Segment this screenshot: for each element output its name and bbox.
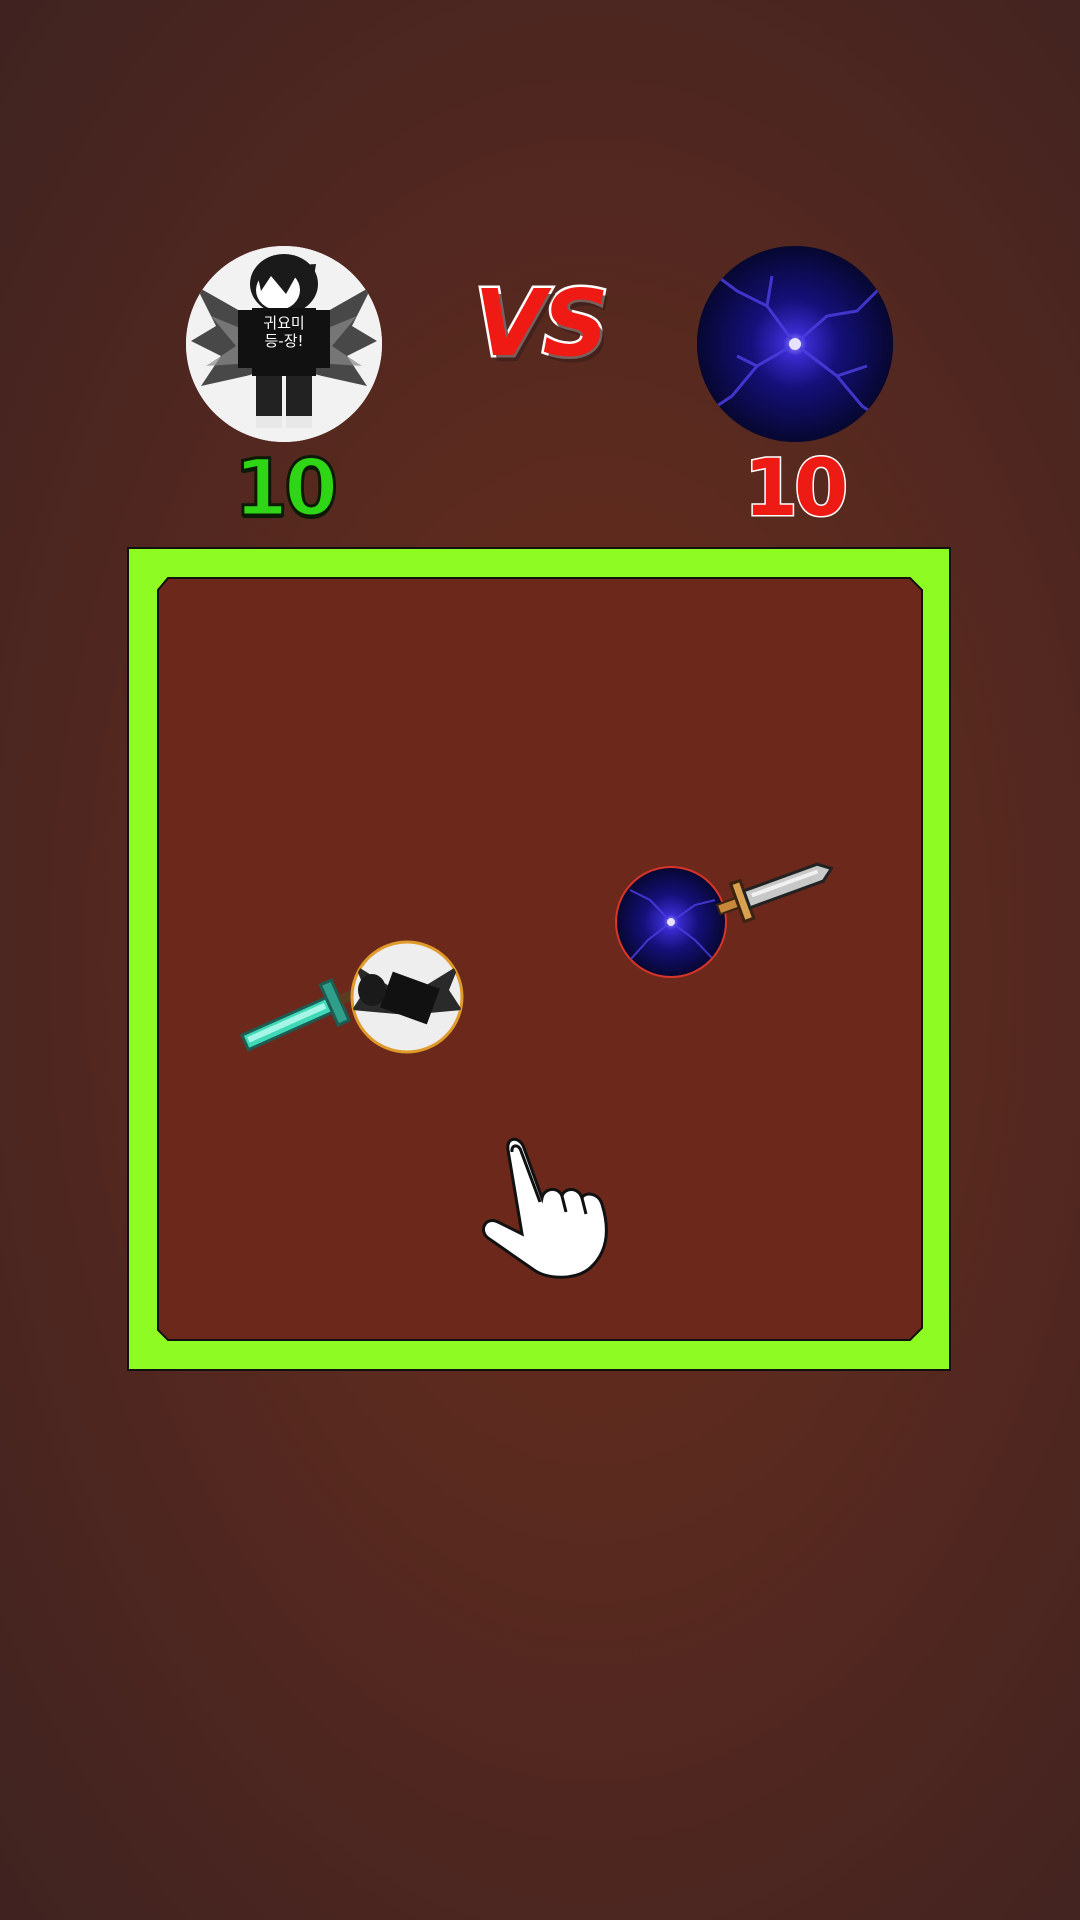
battle-arena: [127, 547, 951, 1371]
